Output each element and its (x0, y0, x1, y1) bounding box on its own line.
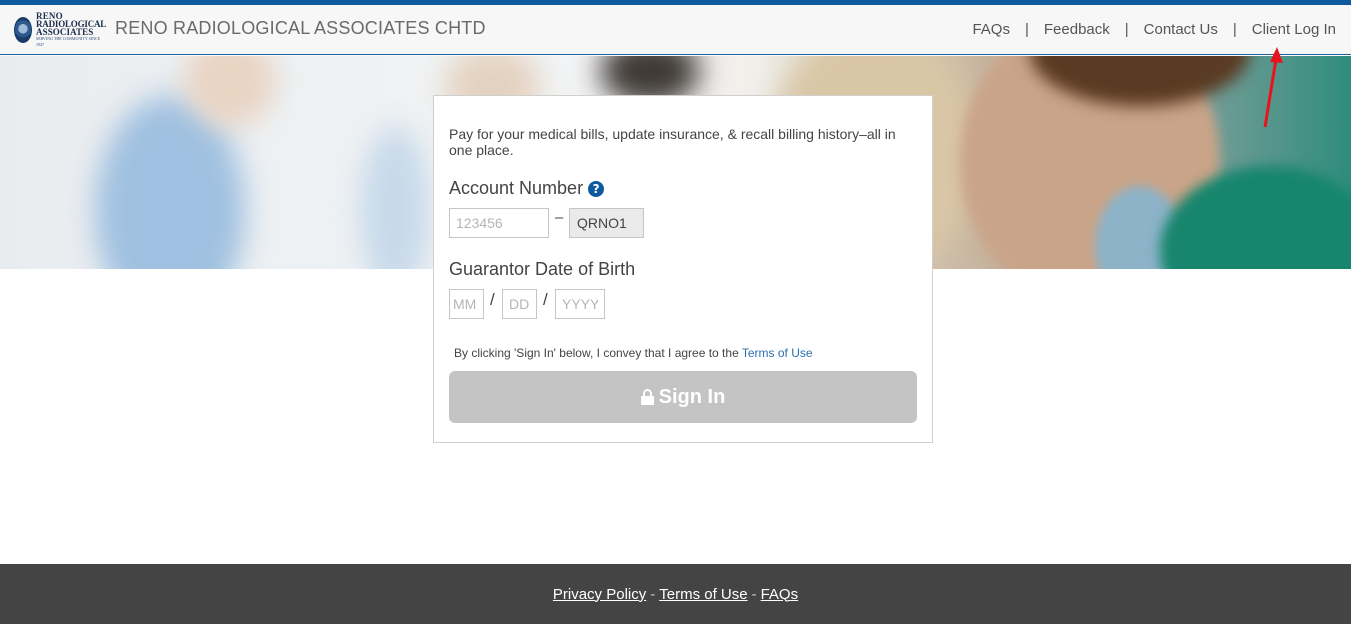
site-footer: Privacy Policy - Terms of Use - FAQs (0, 564, 1351, 624)
company-logo[interactable]: RENO RADIOLOGICAL ASSOCIATES SERVING THE… (14, 10, 108, 47)
footer-separator: - (751, 585, 757, 603)
date-separator: / (490, 290, 495, 309)
sign-in-button[interactable]: Sign In (449, 371, 917, 423)
date-separator: / (543, 290, 548, 309)
annotation-arrow-icon (1263, 47, 1283, 128)
nav-client-login-link[interactable]: Client Log In (1252, 21, 1336, 38)
dob-year-input[interactable] (555, 289, 605, 319)
account-number-label: Account Number? (449, 178, 605, 199)
footer-privacy-link[interactable]: Privacy Policy (553, 586, 646, 603)
site-title: RENO RADIOLOGICAL ASSOCIATES CHTD (115, 18, 486, 38)
dob-label: Guarantor Date of Birth (449, 259, 636, 279)
footer-separator: - (650, 585, 656, 603)
logo-seal-icon (14, 16, 32, 43)
nav-separator: | (1232, 21, 1237, 38)
sign-in-card: Pay for your medical bills, update insur… (433, 95, 933, 443)
footer-terms-link[interactable]: Terms of Use (659, 586, 747, 603)
site-header: RENO RADIOLOGICAL ASSOCIATES SERVING THE… (0, 5, 1351, 55)
nav-feedback-link[interactable]: Feedback (1044, 21, 1110, 38)
logo-wordmark: RENO RADIOLOGICAL ASSOCIATES SERVING THE… (36, 10, 107, 47)
lock-icon (640, 389, 654, 405)
help-icon[interactable]: ? (588, 181, 605, 197)
terms-of-use-link[interactable]: Terms of Use (742, 346, 813, 360)
account-suffix-field: QRNO1 (569, 208, 644, 238)
top-nav: FAQs | Feedback | Contact Us | Client Lo… (972, 21, 1336, 38)
intro-text: Pay for your medical bills, update insur… (449, 126, 896, 158)
dob-day-input[interactable] (502, 289, 537, 319)
account-number-input[interactable] (449, 208, 549, 238)
nav-separator: | (1024, 21, 1029, 38)
footer-faqs-link[interactable]: FAQs (761, 586, 799, 603)
nav-faqs-link[interactable]: FAQs (972, 21, 1010, 38)
account-dash: – (555, 209, 564, 226)
nav-contact-link[interactable]: Contact Us (1144, 21, 1218, 38)
sign-in-label: Sign In (658, 385, 726, 408)
terms-notice: By clicking 'Sign In' below, I convey th… (454, 346, 813, 360)
dob-month-input[interactable] (449, 289, 484, 319)
nav-separator: | (1124, 21, 1129, 38)
